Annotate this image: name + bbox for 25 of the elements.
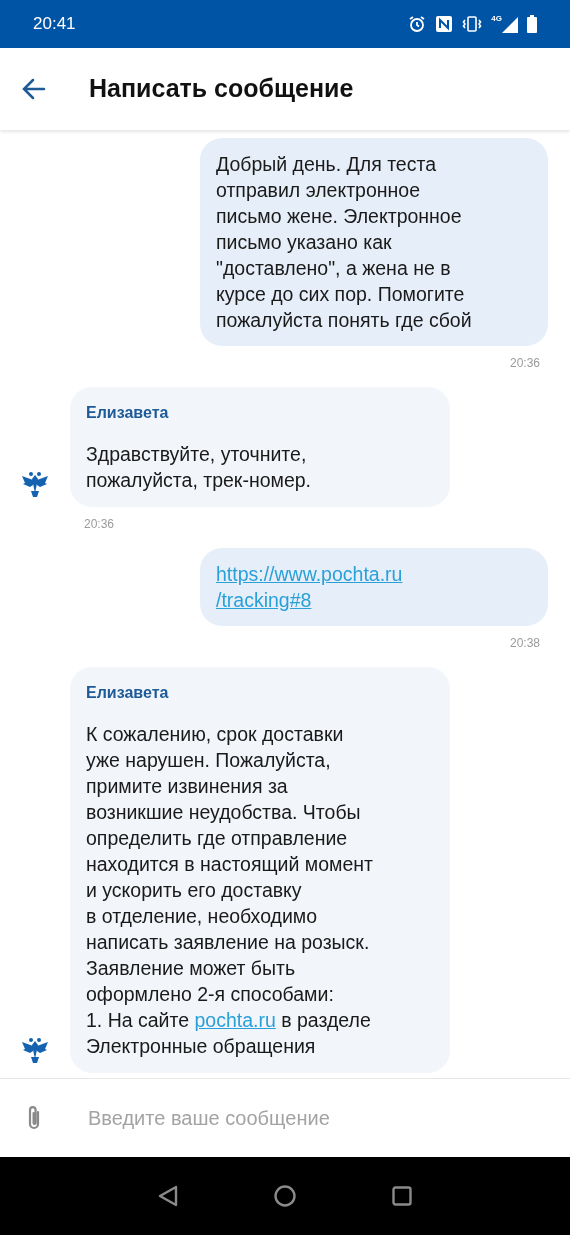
message-time: 20:36 xyxy=(84,516,115,533)
screen-title: Написать сообщение xyxy=(89,73,354,105)
message-text: Здравствуйте, уточните, пожалуйста, трек-номер. xyxy=(86,442,312,493)
back-arrow-icon xyxy=(22,78,46,100)
battery-icon xyxy=(527,15,537,33)
back-icon[interactable] xyxy=(158,1185,178,1207)
network-type: 4G xyxy=(491,15,502,23)
message-input[interactable]: Введите ваше сообщение xyxy=(88,1103,550,1133)
nfc-icon xyxy=(435,15,454,33)
recents-icon[interactable] xyxy=(392,1186,412,1206)
home-icon[interactable] xyxy=(274,1185,296,1207)
message-time: 20:36 xyxy=(509,355,540,372)
signal-icon xyxy=(502,17,518,33)
eagle-logo-icon xyxy=(20,469,50,499)
sender-name: Елизавета xyxy=(86,683,170,703)
message-text: К сожалению, срок доставки уже нарушен. Пожалуйста, примите извинения за возникшие неудобства. Чтобы определить где отправление находится в настоящий момент и ускорить его доставку в отделение, необходимо написать заявление на розыск. Заявление может быть оформлено 2-я способами: 1. На сайте pochta.ru в разделе Электронные обращения xyxy=(86,722,374,1059)
sender-name: Елизавета xyxy=(86,403,170,423)
link[interactable]: https://www.pochta.ru /tracking#8 xyxy=(216,561,403,613)
alarm-icon xyxy=(408,15,427,33)
message-text: Добрый день. Для теста отправил электронное письмо жене. Электронное письмо указано как "доставлено", а жена не в курсе до сих пор. Помогите пожалуйста понять где сбой xyxy=(216,152,473,333)
vibrate-icon xyxy=(462,15,483,33)
status-time: 20:41 xyxy=(33,13,76,36)
message-time: 20:38 xyxy=(509,635,540,652)
eagle-logo-icon xyxy=(20,1035,50,1065)
link[interactable]: pochta.ru xyxy=(194,1007,276,1033)
